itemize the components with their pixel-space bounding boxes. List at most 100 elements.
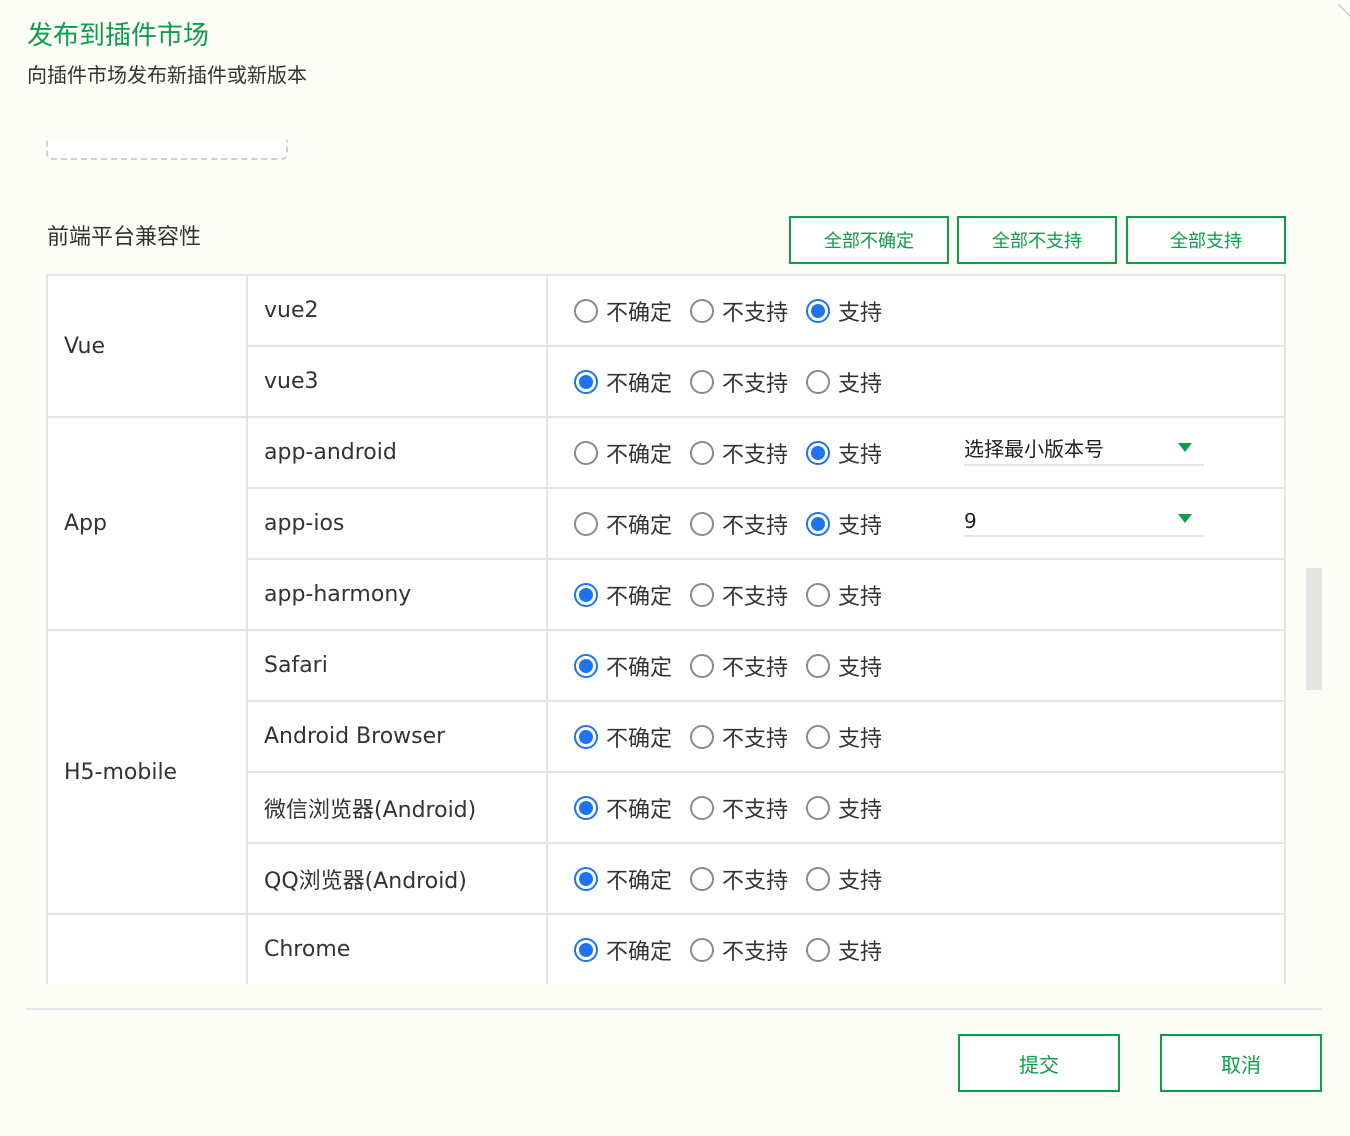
platform-name: app-android bbox=[246, 416, 548, 489]
radio-unchecked-icon[interactable] bbox=[806, 724, 831, 749]
radio-option-uncertain[interactable]: 不确定 bbox=[574, 579, 672, 611]
radio-option-uncertain[interactable]: 不确定 bbox=[574, 650, 672, 682]
radio-unchecked-icon[interactable] bbox=[574, 440, 598, 465]
radio-option-uncertain[interactable]: 不确定 bbox=[574, 792, 672, 824]
caret-down-icon bbox=[1178, 443, 1192, 452]
radio-group: 不确定 不支持 支持 bbox=[574, 702, 1284, 771]
radio-checked-icon[interactable] bbox=[574, 653, 598, 678]
dialog-title: 发布到插件市场 bbox=[27, 21, 210, 51]
min-version-select[interactable]: 选择最小版本号 bbox=[964, 434, 1204, 466]
radio-checked-icon[interactable] bbox=[574, 937, 598, 962]
radio-option-uncertain[interactable]: 不确定 bbox=[574, 721, 672, 753]
radio-option-unsupported[interactable]: 不支持 bbox=[690, 650, 788, 682]
radio-label: 支持 bbox=[838, 726, 883, 752]
radio-option-uncertain[interactable]: 不确定 bbox=[574, 366, 672, 398]
radio-unchecked-icon[interactable] bbox=[806, 795, 831, 820]
radio-unchecked-icon[interactable] bbox=[690, 937, 715, 962]
table-row: Chrome 不确定 不支持 支持 bbox=[46, 913, 1286, 984]
all-unsupported-button[interactable]: 全部不支持 bbox=[957, 216, 1117, 264]
radio-checked-icon[interactable] bbox=[806, 440, 831, 465]
radio-checked-icon[interactable] bbox=[806, 511, 831, 536]
radio-label: 不支持 bbox=[722, 655, 789, 681]
submit-button[interactable]: 提交 bbox=[958, 1034, 1120, 1092]
radio-unchecked-icon[interactable] bbox=[690, 724, 715, 749]
radio-option-supported[interactable]: 支持 bbox=[806, 721, 882, 753]
radio-checked-icon[interactable] bbox=[574, 724, 598, 749]
scrollbar-thumb[interactable] bbox=[1306, 568, 1322, 690]
close-icon[interactable] bbox=[1334, 0, 1350, 18]
radio-label: 不支持 bbox=[722, 371, 789, 397]
radio-option-unsupported[interactable]: 不支持 bbox=[690, 366, 788, 398]
radio-unchecked-icon[interactable] bbox=[806, 369, 831, 394]
radio-group: 不确定 不支持 支持 bbox=[574, 773, 1284, 842]
radio-option-supported[interactable]: 支持 bbox=[806, 863, 882, 895]
radio-label: 不确定 bbox=[606, 584, 673, 610]
radio-option-uncertain[interactable]: 不确定 bbox=[574, 934, 672, 966]
radio-unchecked-icon[interactable] bbox=[806, 653, 831, 678]
radio-checked-icon[interactable] bbox=[574, 795, 598, 820]
cancel-button[interactable]: 取消 bbox=[1160, 1034, 1322, 1092]
radio-option-unsupported[interactable]: 不支持 bbox=[690, 508, 788, 540]
radio-group: 不确定 不支持 支持 选择最小版本号 bbox=[574, 418, 1284, 487]
radio-label: 支持 bbox=[838, 797, 883, 823]
radio-option-unsupported[interactable]: 不支持 bbox=[690, 721, 788, 753]
platform-name: app-ios bbox=[246, 487, 548, 560]
radio-unchecked-icon[interactable] bbox=[690, 653, 715, 678]
radio-unchecked-icon[interactable] bbox=[806, 937, 831, 962]
radio-unchecked-icon[interactable] bbox=[690, 795, 715, 820]
radio-label: 不确定 bbox=[606, 797, 673, 823]
radio-unchecked-icon[interactable] bbox=[690, 298, 715, 323]
platform-group-label: App bbox=[46, 416, 248, 631]
radio-option-supported[interactable]: 支持 bbox=[806, 934, 882, 966]
radio-option-supported[interactable]: 支持 bbox=[806, 579, 882, 611]
radio-unchecked-icon[interactable] bbox=[690, 440, 715, 465]
radio-option-unsupported[interactable]: 不支持 bbox=[690, 579, 788, 611]
upload-area[interactable] bbox=[46, 140, 288, 160]
radio-option-uncertain[interactable]: 不确定 bbox=[574, 863, 672, 895]
radio-label: 支持 bbox=[838, 371, 883, 397]
radio-unchecked-icon[interactable] bbox=[806, 582, 831, 607]
radio-option-unsupported[interactable]: 不支持 bbox=[690, 792, 788, 824]
radio-option-uncertain[interactable]: 不确定 bbox=[574, 437, 672, 469]
radio-option-supported[interactable]: 支持 bbox=[806, 508, 882, 540]
platform-group-label: Vue bbox=[46, 274, 248, 418]
radio-option-supported[interactable]: 支持 bbox=[806, 366, 882, 398]
all-supported-button[interactable]: 全部支持 bbox=[1126, 216, 1286, 264]
radio-label: 不支持 bbox=[722, 726, 789, 752]
radio-option-unsupported[interactable]: 不支持 bbox=[690, 295, 788, 327]
platform-group-label: H5-mobile bbox=[46, 629, 248, 915]
radio-option-unsupported[interactable]: 不支持 bbox=[690, 863, 788, 895]
radio-checked-icon[interactable] bbox=[574, 866, 598, 891]
radio-option-unsupported[interactable]: 不支持 bbox=[690, 934, 788, 966]
support-options: 不确定 不支持 支持 9 bbox=[546, 487, 1286, 560]
radio-unchecked-icon[interactable] bbox=[690, 369, 715, 394]
radio-label: 不支持 bbox=[722, 513, 789, 539]
radio-option-supported[interactable]: 支持 bbox=[806, 792, 882, 824]
dialog-header: 发布到插件市场 向插件市场发布新插件或新版本 bbox=[27, 20, 307, 88]
radio-option-supported[interactable]: 支持 bbox=[806, 437, 882, 469]
radio-label: 不确定 bbox=[606, 939, 673, 965]
radio-unchecked-icon[interactable] bbox=[690, 511, 715, 536]
radio-option-supported[interactable]: 支持 bbox=[806, 650, 882, 682]
radio-unchecked-icon[interactable] bbox=[574, 298, 598, 323]
radio-option-supported[interactable]: 支持 bbox=[806, 295, 882, 327]
radio-option-uncertain[interactable]: 不确定 bbox=[574, 508, 672, 540]
table-row: H5-mobile Safari 不确定 不支持 支持 bbox=[46, 629, 1286, 915]
radio-option-uncertain[interactable]: 不确定 bbox=[574, 295, 672, 327]
radio-unchecked-icon[interactable] bbox=[806, 866, 831, 891]
radio-checked-icon[interactable] bbox=[806, 298, 831, 323]
scroll-content[interactable]: 前端平台兼容性 全部不确定 全部不支持 全部支持 Vue vue2 不确定 不支持 支持… bbox=[0, 140, 1322, 984]
all-uncertain-button[interactable]: 全部不确定 bbox=[789, 216, 949, 264]
radio-label: 支持 bbox=[838, 655, 883, 681]
radio-unchecked-icon[interactable] bbox=[574, 511, 598, 536]
radio-label: 支持 bbox=[838, 939, 883, 965]
radio-unchecked-icon[interactable] bbox=[690, 582, 715, 607]
min-version-select[interactable]: 9 bbox=[964, 505, 1204, 537]
radio-unchecked-icon[interactable] bbox=[690, 866, 715, 891]
radio-checked-icon[interactable] bbox=[574, 582, 598, 607]
radio-label: 不确定 bbox=[606, 726, 673, 752]
radio-label: 支持 bbox=[838, 513, 883, 539]
section-title: 前端平台兼容性 bbox=[47, 225, 202, 250]
radio-checked-icon[interactable] bbox=[574, 369, 598, 394]
radio-option-unsupported[interactable]: 不支持 bbox=[690, 437, 788, 469]
